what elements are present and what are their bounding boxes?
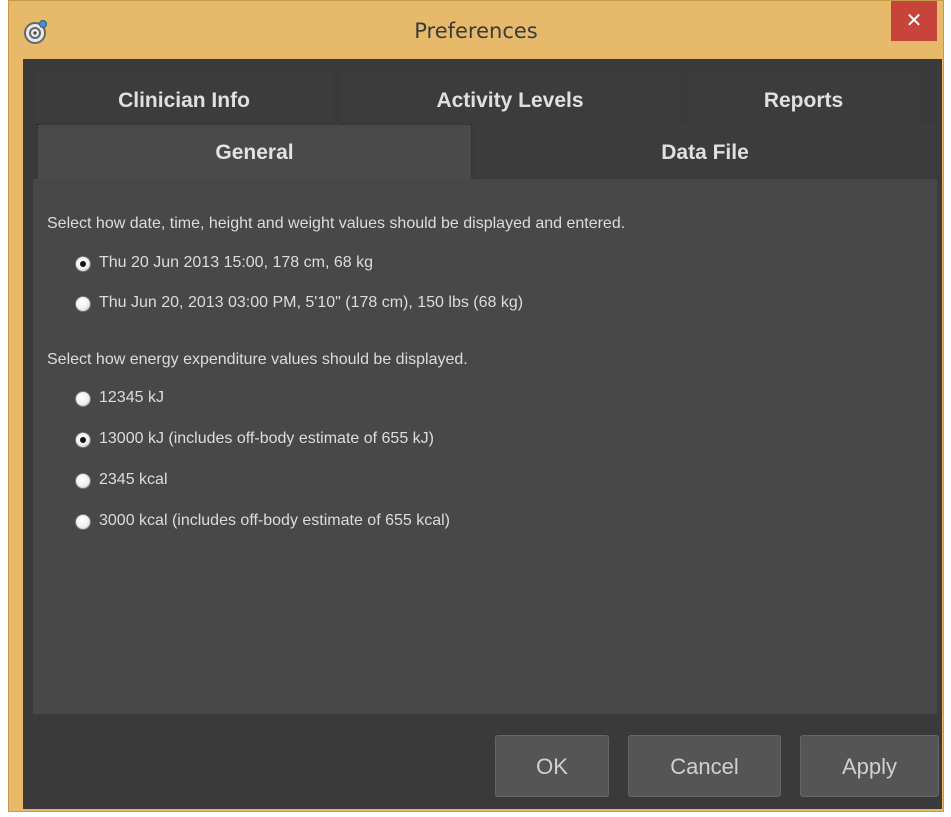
energy-prompt: Select how energy expenditure values sho… <box>47 351 468 368</box>
energy-option-kj-offbody-label: 13000 kJ (includes off-body estimate of … <box>99 430 434 447</box>
energy-option-kj-label: 12345 kJ <box>99 389 164 406</box>
radio-checked-icon[interactable] <box>75 432 91 448</box>
general-panel: Select how date, time, height and weight… <box>33 179 937 714</box>
title-bar: Preferences ✕ <box>9 1 943 61</box>
ok-button[interactable]: OK <box>495 735 609 797</box>
close-button[interactable]: ✕ <box>891 1 937 41</box>
window-title: Preferences <box>414 19 538 43</box>
cancel-button[interactable]: Cancel <box>628 735 781 797</box>
tab-clinician-info[interactable]: Clinician Info <box>34 72 334 122</box>
close-icon: ✕ <box>905 8 923 32</box>
radio-unchecked-icon[interactable] <box>75 391 91 407</box>
radio-unchecked-icon[interactable] <box>75 473 91 489</box>
datetime-prompt: Select how date, time, height and weight… <box>47 215 626 232</box>
radio-unchecked-icon[interactable] <box>75 514 91 530</box>
energy-option-kcal-label: 2345 kcal <box>99 471 168 488</box>
radio-checked-icon[interactable] <box>75 256 91 272</box>
datetime-option-metric-label: Thu 20 Jun 2013 15:00, 178 cm, 68 kg <box>99 254 373 271</box>
preferences-window: Preferences ✕ Clinician Info Activity Le… <box>8 0 944 812</box>
tab-activity-levels[interactable]: Activity Levels <box>341 72 679 122</box>
apply-button[interactable]: Apply <box>800 735 939 797</box>
dialog-body: Clinician Info Activity Levels Reports G… <box>23 59 942 809</box>
tab-reports[interactable]: Reports <box>687 72 920 122</box>
tab-data-file[interactable]: Data File <box>474 124 936 180</box>
radio-unchecked-icon[interactable] <box>75 296 91 312</box>
datetime-option-imperial-label: Thu Jun 20, 2013 03:00 PM, 5'10" (178 cm… <box>99 294 524 311</box>
energy-option-kcal-offbody-label: 3000 kcal (includes off-body estimate of… <box>99 512 451 529</box>
tab-general[interactable]: General <box>37 124 472 180</box>
